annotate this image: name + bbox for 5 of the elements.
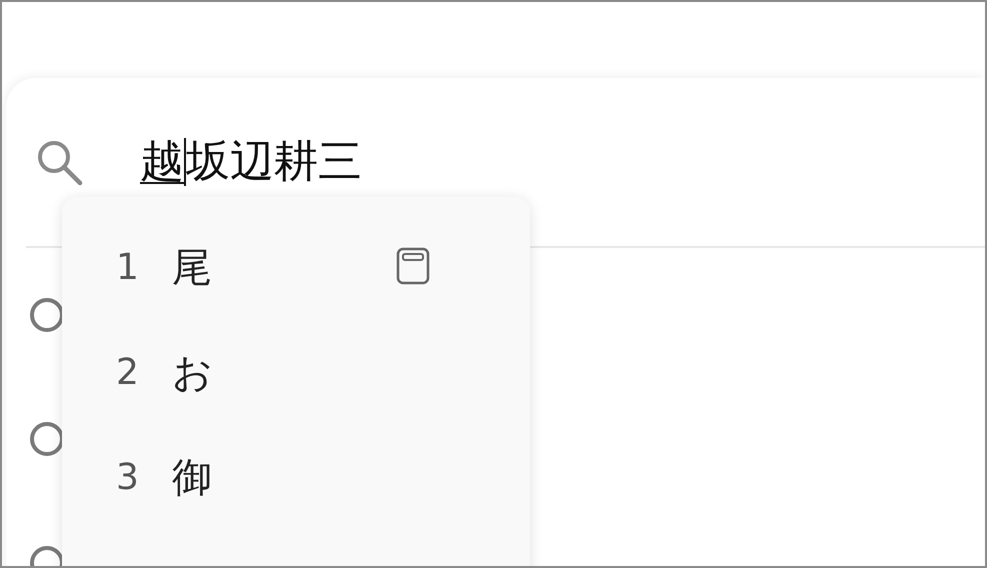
candidate-item[interactable]: 3 御 (62, 425, 530, 530)
search-field[interactable]: 越坂辺耕三 (140, 134, 362, 190)
candidate-item[interactable]: 2 お (62, 320, 530, 425)
candidate-item[interactable]: 1 尾 (62, 215, 530, 320)
book-icon (396, 247, 430, 285)
